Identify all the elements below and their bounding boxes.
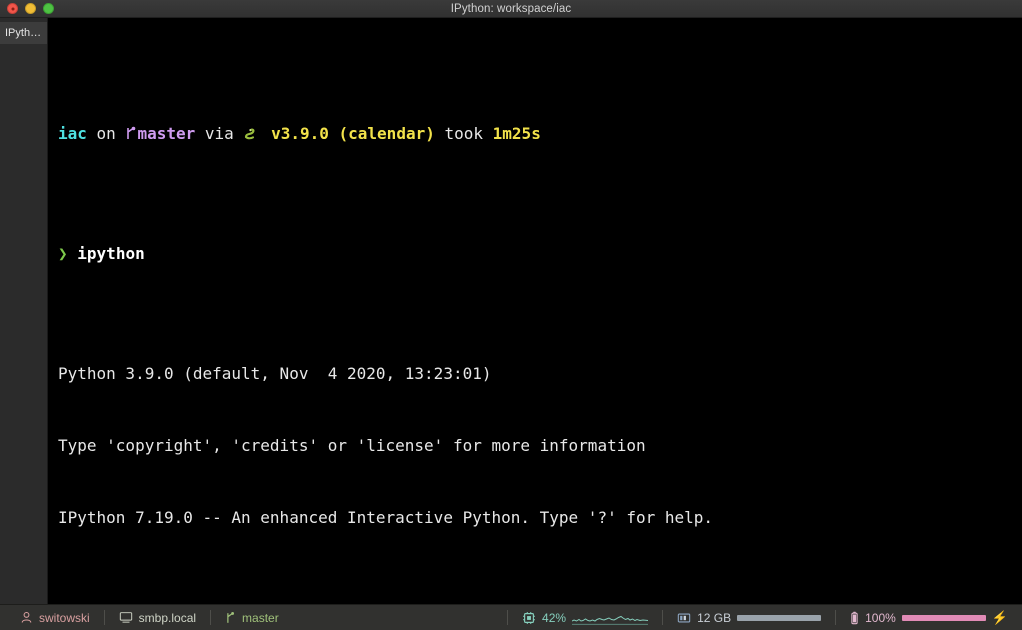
status-cpu-label: 42% bbox=[542, 610, 567, 625]
display-icon bbox=[119, 611, 133, 624]
status-git-label: master bbox=[242, 610, 279, 625]
battery-icon bbox=[850, 611, 859, 625]
status-user-segment[interactable]: switowski bbox=[6, 605, 104, 630]
memory-usage-bar bbox=[737, 614, 822, 621]
status-user-label: switowski bbox=[39, 610, 90, 625]
python-banner-line-3: IPython 7.19.0 -- An enhanced Interactiv… bbox=[58, 508, 714, 527]
prompt-duration: 1m25s bbox=[492, 124, 541, 143]
python-snake-icon bbox=[243, 124, 261, 143]
status-battery-label: 100% bbox=[865, 610, 896, 625]
status-bar: switowski smbp.local master 42% 12 GB 10… bbox=[0, 604, 1022, 630]
battery-level-bar bbox=[901, 614, 986, 621]
status-memory-segment[interactable]: 12 GB bbox=[663, 605, 835, 630]
status-git-segment[interactable]: master bbox=[211, 605, 293, 630]
close-button[interactable] bbox=[7, 3, 18, 14]
window-titlebar: IPython: workspace/iac bbox=[0, 0, 1022, 18]
person-icon bbox=[20, 611, 33, 624]
cpu-chip-icon bbox=[522, 611, 536, 625]
terminal-output-area[interactable]: iac on master via v3.9.0 (calendar) took… bbox=[48, 18, 1022, 604]
prompt-chevron-icon: ❯ bbox=[58, 244, 68, 263]
shell-prompt-line: iac on master via v3.9.0 (calendar) took… bbox=[58, 122, 1022, 146]
git-branch-icon bbox=[225, 611, 236, 625]
prompt-directory: iac bbox=[58, 124, 87, 143]
status-host-label: smbp.local bbox=[138, 610, 197, 625]
prompt-took-label: took bbox=[444, 124, 484, 143]
prompt-python-version: v3.9.0 bbox=[271, 124, 329, 143]
entered-command: ipython bbox=[77, 244, 145, 263]
python-banner-line-2: Type 'copyright', 'credits' or 'license'… bbox=[58, 436, 646, 455]
status-cpu-segment[interactable]: 42% bbox=[508, 605, 662, 630]
sidebar-tab-label: IPyth… bbox=[5, 27, 42, 39]
prompt-virtualenv: (calendar) bbox=[338, 124, 435, 143]
sidebar-tab-ipython[interactable]: IPyth… bbox=[0, 22, 47, 44]
git-branch-icon bbox=[125, 124, 137, 143]
window-title: IPython: workspace/iac bbox=[450, 2, 572, 15]
python-banner-line-1: Python 3.9.0 (default, Nov 4 2020, 13:23… bbox=[58, 364, 492, 383]
prompt-branch-name: master bbox=[137, 124, 196, 143]
zoom-button[interactable] bbox=[43, 3, 54, 14]
shell-command-line: ❯ ipython bbox=[58, 242, 1022, 266]
traffic-light-group bbox=[0, 3, 54, 14]
status-battery-segment[interactable]: 100% ⚡ bbox=[836, 605, 1022, 630]
prompt-via-label: via bbox=[204, 124, 234, 143]
cpu-sparkline bbox=[572, 615, 649, 625]
status-host-segment[interactable]: smbp.local bbox=[105, 605, 210, 630]
ram-icon bbox=[677, 612, 691, 624]
minimize-button[interactable] bbox=[25, 3, 36, 14]
charging-bolt-icon: ⚡ bbox=[991, 610, 1008, 625]
window-body: IPyth… iac on master via v3.9.0 (calenda… bbox=[0, 18, 1022, 604]
prompt-on-label: on bbox=[96, 124, 116, 143]
session-sidebar: IPyth… bbox=[0, 18, 48, 604]
terminal-window: IPython: workspace/iac IPyth… iac on mas… bbox=[0, 0, 1022, 630]
status-memory-label: 12 GB bbox=[697, 610, 732, 625]
